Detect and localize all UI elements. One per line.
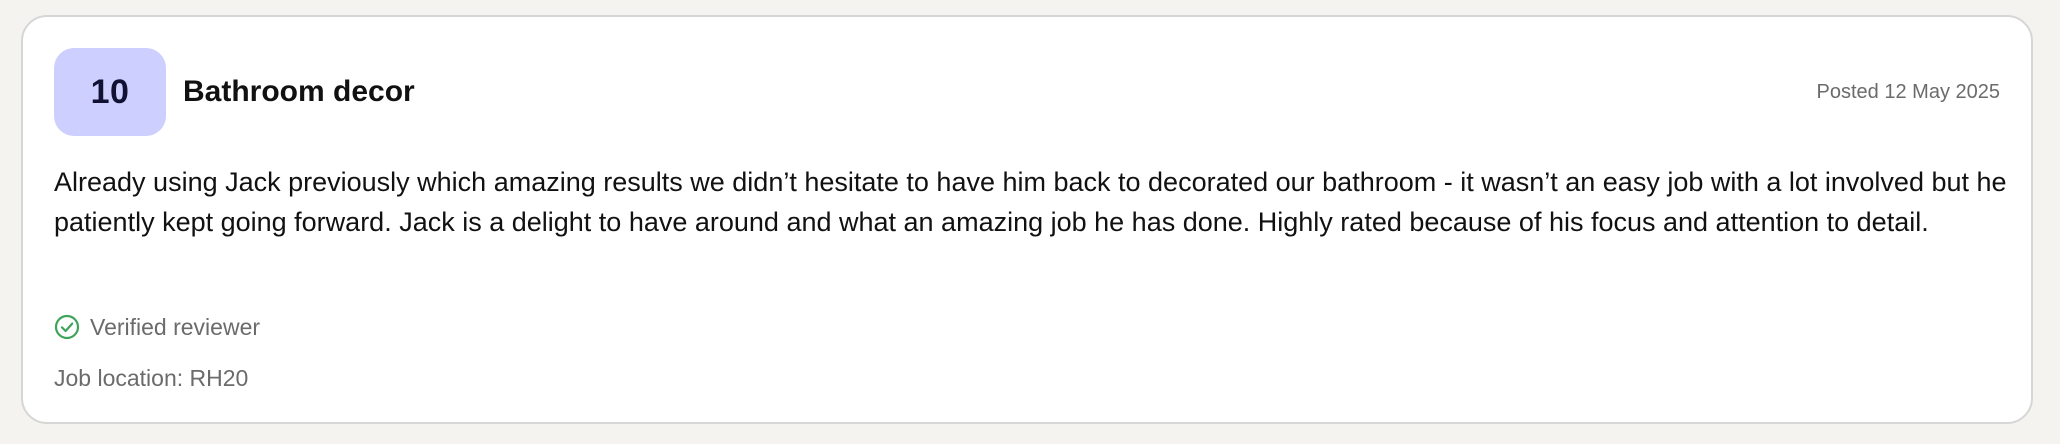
verified-reviewer: Verified reviewer bbox=[54, 307, 260, 347]
review-header: 10 Bathroom decor Posted 12 May 2025 bbox=[54, 48, 2000, 136]
score-badge: 10 bbox=[54, 48, 166, 136]
check-circle-icon bbox=[54, 314, 80, 340]
verified-label: Verified reviewer bbox=[90, 313, 261, 340]
posted-date: Posted 12 May 2025 bbox=[1816, 81, 2000, 103]
review-body: Already using Jack previously which amaz… bbox=[54, 167, 2007, 237]
review-card: 10 Bathroom decor Posted 12 May 2025 Alr… bbox=[21, 15, 2033, 424]
review-title: Bathroom decor bbox=[183, 75, 415, 108]
job-location: Job location: RH20 bbox=[54, 365, 249, 391]
